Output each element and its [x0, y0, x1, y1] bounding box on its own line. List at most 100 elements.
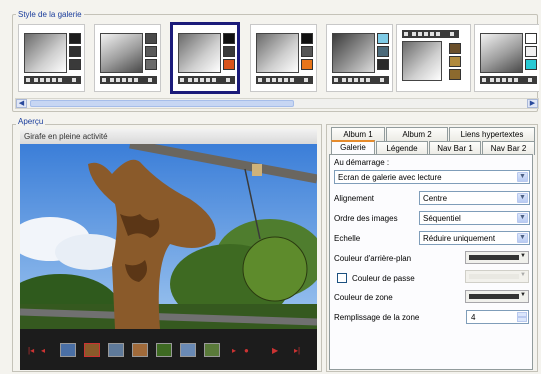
style-swatch	[223, 46, 235, 57]
zone-fill-spinner[interactable]: 4	[466, 310, 529, 324]
style-swatch	[525, 33, 537, 44]
filmstrip-thumb[interactable]	[156, 343, 172, 357]
first-icon[interactable]: |◂	[28, 346, 34, 355]
tab-nav-bar-2[interactable]: Nav Bar 2	[482, 141, 535, 155]
pass-color-label: Couleur de passe	[352, 274, 415, 283]
scrollbar-thumb[interactable]	[30, 100, 294, 107]
style-swatch	[301, 33, 313, 44]
image-order-value: Séquentiel	[423, 214, 461, 223]
style-preview-screen	[24, 33, 67, 73]
style-swatch	[377, 46, 389, 57]
gallery-style-scrollbar[interactable]: ◀ ▶	[15, 98, 539, 109]
style-nav-bar	[100, 76, 157, 84]
style-swatch	[145, 59, 157, 70]
tab-nav-bar-1[interactable]: Nav Bar 1	[429, 141, 481, 155]
startup-select[interactable]: Ecran de galerie avec lecture ▼	[334, 170, 530, 184]
style-preview-screen	[256, 33, 299, 73]
style-swatch	[69, 46, 81, 57]
style-swatch	[377, 33, 389, 44]
play-icon[interactable]: ▶	[272, 346, 278, 355]
pass-color-button[interactable]: ▼	[465, 270, 529, 283]
style-swatch	[69, 59, 81, 70]
filmstrip-thumb[interactable]	[108, 343, 124, 357]
dropdown-arrow-icon[interactable]: ▼	[517, 172, 528, 182]
preview-heading: Aperçu	[16, 117, 46, 126]
filmstrip-thumb[interactable]	[204, 343, 220, 357]
pass-color-checkbox[interactable]	[337, 273, 347, 283]
last-icon[interactable]: ▸|	[294, 346, 300, 355]
zone-color-label: Couleur de zone	[334, 293, 393, 302]
style-preview-screen	[178, 33, 221, 73]
style-swatch	[223, 33, 235, 44]
style-preview-screen	[100, 33, 143, 73]
filmstrip-thumb[interactable]	[84, 343, 100, 357]
style-nav-bar	[402, 30, 459, 38]
tab-hyperlinks[interactable]: Liens hypertextes	[449, 127, 535, 141]
gallery-style-thumb[interactable]	[474, 24, 539, 92]
filmstrip-nav: |◂ ◂ ▸ ● ▶ ▸|	[20, 329, 317, 370]
style-nav-bar	[480, 76, 537, 84]
style-swatch	[525, 46, 537, 57]
color-fill	[469, 255, 519, 260]
style-swatch	[525, 59, 537, 70]
filmstrip-thumb[interactable]	[60, 343, 76, 357]
filmstrip-thumb[interactable]	[132, 343, 148, 357]
alignment-label: Alignement	[334, 194, 375, 203]
gallery-preview: Girafe en pleine activité |◂ ◂ ▸ ● ▶ ▸|	[20, 129, 317, 370]
style-preview-screen	[332, 33, 375, 73]
tab-galerie[interactable]: Galerie	[331, 140, 375, 155]
dropdown-arrow-icon[interactable]: ▼	[517, 213, 528, 223]
preview-photo-title: Girafe en pleine activité	[20, 129, 317, 144]
image-order-select[interactable]: Séquentiel ▼	[419, 211, 530, 225]
style-swatch	[301, 46, 313, 57]
color-fill	[469, 294, 519, 299]
style-swatch	[377, 59, 389, 70]
zone-color-button[interactable]: ▼	[465, 290, 529, 303]
gallery-style-strip	[15, 22, 539, 98]
color-fill	[469, 274, 519, 279]
gallery-style-thumb[interactable]	[396, 24, 471, 92]
style-preview-screen	[480, 33, 523, 73]
scale-select[interactable]: Réduire uniquement ▼	[419, 231, 530, 245]
zone-fill-value: 4	[471, 313, 476, 322]
gallery-style-thumb[interactable]	[94, 24, 161, 92]
zone-fill-label: Remplissage de la zone	[334, 313, 420, 322]
dropdown-arrow-icon[interactable]: ▼	[517, 233, 528, 243]
scale-label: Echelle	[334, 234, 361, 243]
alignment-value: Centre	[423, 194, 448, 203]
record-icon[interactable]: ●	[244, 346, 249, 355]
image-order-label: Ordre des images	[334, 214, 398, 223]
bg-color-label: Couleur d'arrière-plan	[334, 254, 412, 263]
dropdown-arrow-icon: ▼	[520, 292, 526, 298]
style-swatch	[145, 33, 157, 44]
style-swatch	[223, 59, 235, 70]
tab-album-1[interactable]: Album 1	[331, 127, 385, 141]
scale-value: Réduire uniquement	[423, 234, 496, 243]
prev-icon[interactable]: ◂	[41, 346, 45, 355]
style-nav-bar	[178, 76, 235, 84]
gallery-style-thumb[interactable]	[18, 24, 85, 92]
filmstrip-thumb[interactable]	[180, 343, 196, 357]
style-swatch	[69, 33, 81, 44]
startup-label: Au démarrage :	[334, 158, 390, 167]
tab-legende[interactable]: Légende	[376, 141, 428, 155]
chevron-right-icon[interactable]: ▶	[527, 99, 538, 108]
dropdown-arrow-icon[interactable]: ▼	[517, 193, 528, 203]
style-swatch	[145, 46, 157, 57]
spin-down-icon[interactable]	[517, 317, 527, 322]
style-swatch	[301, 59, 313, 70]
style-preview-screen	[402, 41, 442, 81]
alignment-select[interactable]: Centre ▼	[419, 191, 530, 205]
next-icon[interactable]: ▸	[232, 346, 236, 355]
gallery-style-thumb-selected[interactable]	[170, 22, 240, 94]
startup-value: Ecran de galerie avec lecture	[338, 173, 442, 182]
gallery-style-thumb[interactable]	[250, 24, 317, 92]
gallery-style-thumb[interactable]	[326, 24, 393, 92]
tab-album-2[interactable]: Album 2	[386, 127, 448, 141]
style-swatch	[449, 43, 461, 54]
dropdown-arrow-icon: ▼	[520, 253, 526, 259]
style-swatch	[449, 69, 461, 80]
style-swatch	[449, 56, 461, 67]
chevron-left-icon[interactable]: ◀	[16, 99, 27, 108]
bg-color-button[interactable]: ▼	[465, 251, 529, 264]
